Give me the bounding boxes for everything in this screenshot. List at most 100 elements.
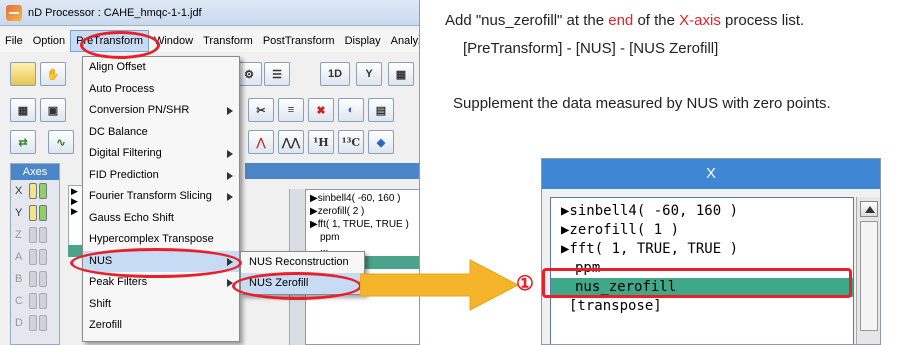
axes-panel: Axes X Y Z A B C D [10, 163, 60, 345]
menu-item-fid-prediction[interactable]: FID Prediction [83, 165, 239, 187]
menu-option[interactable]: Option [28, 30, 70, 52]
axis-chip [39, 227, 47, 243]
menu-item-label: DC Balance [89, 125, 148, 138]
menu-analyze[interactable]: Analyz [386, 30, 419, 52]
menu-item-digital-filtering[interactable]: Digital Filtering [83, 143, 239, 165]
menu-item-label: Digital Filtering [89, 147, 162, 159]
menu-item-dc-balance[interactable]: DC Balance [83, 122, 239, 144]
menu-item-label: NUS [89, 254, 113, 267]
menu-item-conversion[interactable]: Conversion PN/SHR [83, 100, 239, 122]
list-item-nus-zerofill[interactable]: nus_zerofill [551, 278, 853, 297]
axis-label: C [15, 295, 23, 307]
list-item[interactable]: ▶sinbell4( -60, 160 ) [551, 202, 853, 221]
list-item[interactable]: ppm [551, 259, 853, 278]
scroll-up-icon[interactable] [860, 201, 878, 217]
menu-pretransform[interactable]: PreTransform [70, 30, 149, 52]
axis-row-y[interactable]: Y [11, 202, 59, 224]
fid-icon[interactable]: ∿ [48, 130, 74, 154]
menu-item-label: Hypercomplex Transpose [89, 233, 214, 245]
view-y-button[interactable]: Y [356, 62, 382, 86]
menu-item-ft-slicing[interactable]: Fourier Transform Slicing [83, 186, 239, 208]
diamond-icon[interactable]: ◆ [368, 130, 394, 154]
scroll-thumb[interactable] [860, 221, 878, 331]
axis-row-a[interactable]: A [11, 246, 59, 268]
axis-chip [29, 227, 37, 243]
axis-chip [39, 205, 47, 221]
x-axis-process-list[interactable]: ▶sinbell4( -60, 160 ) ▶zerofill( 1 ) ▶ff… [550, 197, 854, 344]
instruction-menu-path: [PreTransform] - [NUS] - [NUS Zerofill] [463, 40, 719, 57]
axis-row-z[interactable]: Z [11, 224, 59, 246]
axis-chip [39, 271, 47, 287]
step-marker: ① [516, 273, 534, 295]
peaks-icon[interactable]: ⋀ [248, 130, 274, 154]
x-axis-panel-header: X [542, 159, 880, 189]
menu-item-hypercomplex-transpose[interactable]: Hypercomplex Transpose [83, 229, 239, 251]
axis-row-d[interactable]: D [11, 312, 59, 334]
list-item[interactable]: ▶fft( 1, TRUE, TRUE ) [551, 240, 853, 259]
menu-file[interactable]: File [0, 30, 28, 52]
axis-chip [29, 205, 37, 221]
save-icon[interactable]: ▣ [40, 98, 66, 122]
app-window: nD Processor : CAHE_hmqc-1-1.jdf File Op… [0, 0, 420, 345]
list-item[interactable]: ▶zerofill( 2 ) [310, 205, 419, 218]
spectrum-button[interactable]: ⋀⋀ [278, 130, 304, 154]
menu-item-nus-zerofill[interactable]: NUS Zerofill [241, 273, 364, 294]
list-icon[interactable]: ☰ [264, 62, 290, 86]
nus-submenu: NUS Reconstruction NUS Zerofill [240, 251, 365, 295]
submenu-arrow-icon [227, 150, 233, 158]
axis-chip [29, 293, 37, 309]
menu-window[interactable]: Window [149, 30, 198, 52]
menu-item-peak-filters[interactable]: Peak Filters [83, 272, 239, 294]
view-13c-button[interactable]: ¹³C [338, 130, 364, 154]
view-1d-button[interactable]: 1D [320, 62, 350, 86]
menu-posttransform[interactable]: PostTransform [258, 30, 340, 52]
instruction-emphasis-xaxis: X-axis [679, 12, 721, 29]
menu-item-zerofill[interactable]: Zerofill [83, 315, 239, 337]
axis-row-b[interactable]: B [11, 268, 59, 290]
menu-item-gauss-echo-shift[interactable]: Gauss Echo Shift [83, 208, 239, 230]
instruction-line-1: Add "nus_zerofill" at the end of the X-a… [445, 12, 804, 29]
axis-chip [29, 249, 37, 265]
list-item[interactable]: [transpose] [551, 297, 853, 316]
list-item[interactable]: ▶sinbell4( -60, 160 ) [310, 192, 419, 205]
submenu-arrow-icon [227, 193, 233, 201]
menu-item-label: Conversion PN/SHR [89, 104, 190, 116]
instruction-text: process list. [720, 12, 805, 29]
delete-icon[interactable]: ✖ [308, 98, 334, 122]
open-folder-icon[interactable] [10, 62, 36, 86]
menu-item-label: Shift [89, 297, 112, 310]
menu-item-nus[interactable]: NUS [83, 250, 239, 272]
instruction-text: of the [633, 12, 680, 29]
document-icon[interactable]: ▤ [368, 98, 394, 122]
menu-transform[interactable]: Transform [198, 30, 258, 52]
window-title: nD Processor : CAHE_hmqc-1-1.jdf [28, 6, 202, 19]
scrollbar[interactable] [856, 197, 880, 344]
axis-label: B [15, 273, 23, 285]
axis-chip [39, 183, 47, 199]
list-item[interactable]: ▶fft( 1, TRUE, TRUE ) [310, 218, 419, 231]
transform-icon[interactable]: ⇄ [10, 130, 36, 154]
view-extra-button[interactable]: ▦ [388, 62, 414, 86]
menu-item-shift[interactable]: Shift [83, 294, 239, 316]
menu-item-auto-process[interactable]: Auto Process [83, 79, 239, 101]
menu-display[interactable]: Display [340, 30, 386, 52]
view-1h-button[interactable]: ¹H [308, 130, 334, 154]
process-panel-header [245, 163, 419, 179]
axis-row-c[interactable]: C [11, 290, 59, 312]
axis-chip [29, 183, 37, 199]
title-bar: nD Processor : CAHE_hmqc-1-1.jdf [0, 0, 419, 26]
menu-item-align-offset[interactable]: Align Offset [83, 57, 239, 79]
list-item[interactable]: ▶zerofill( 1 ) [551, 221, 853, 240]
axis-chip [39, 249, 47, 265]
menu-item-label: FID Prediction [89, 168, 159, 181]
axes-panel-title: Axes [11, 164, 59, 180]
axis-row-x[interactable]: X [11, 180, 59, 202]
hand-icon[interactable]: ✋ [40, 62, 66, 86]
menu-item-label: Auto Process [89, 82, 155, 95]
edit-lines-icon[interactable]: ≡ [278, 98, 304, 122]
grid-icon[interactable]: ▦ [10, 98, 36, 122]
scissors-icon[interactable]: ✂ [248, 98, 274, 122]
axis-label: X [15, 185, 23, 197]
circle-icon[interactable]: ◐ [338, 98, 364, 122]
menu-item-nus-reconstruction[interactable]: NUS Reconstruction [241, 252, 364, 273]
